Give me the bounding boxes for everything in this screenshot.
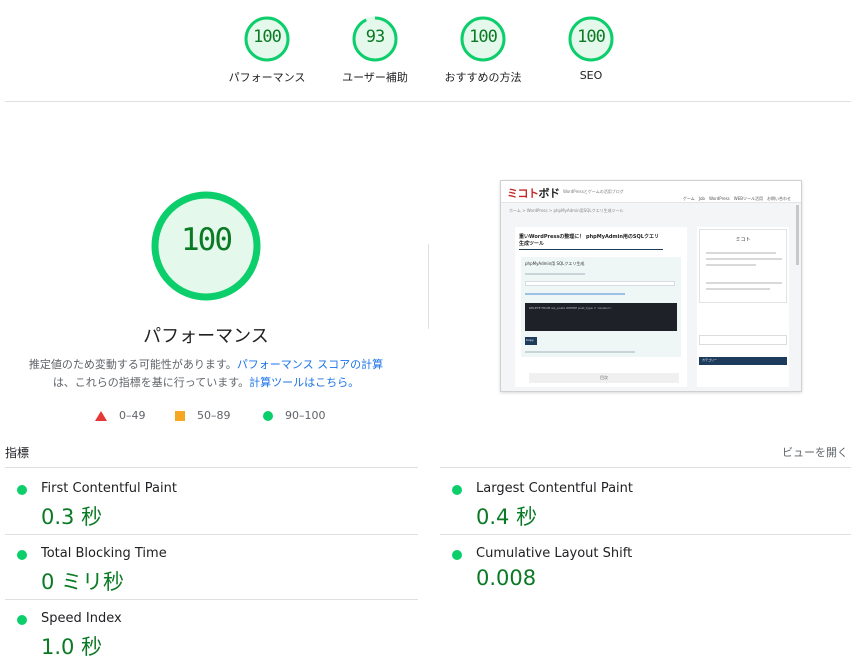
thumb-scrollbar — [796, 205, 799, 265]
thumb-text-line — [525, 293, 625, 295]
thumb-button-label: Copy — [526, 338, 534, 342]
thumb-profile: ミコト — [699, 229, 787, 303]
metric-speed-index[interactable]: Speed Index 1.0 秒 — [5, 601, 415, 665]
metrics-heading: 指標 — [5, 446, 30, 460]
metric-value: 0 ミリ秒 — [41, 570, 125, 594]
metric-name: Total Blocking Time — [41, 546, 167, 561]
pass-circle-icon — [452, 550, 462, 560]
legend-range: 90–100 — [285, 409, 326, 422]
metric-value: 0.4 秒 — [476, 505, 538, 529]
pass-circle-icon — [452, 485, 462, 495]
metric-value: 1.0 秒 — [41, 635, 103, 659]
score-calc-link[interactable]: パフォーマンス スコアの計算 — [237, 358, 383, 371]
metric-cls[interactable]: Cumulative Layout Shift 0.008 — [440, 536, 850, 600]
thumb-text-line — [706, 258, 782, 260]
thumb-text-line — [525, 351, 635, 353]
thumb-sidebar: ミコト カテゴリー — [697, 227, 789, 387]
metric-name: Largest Contentful Paint — [476, 481, 634, 496]
legend-fail: 0–49 — [95, 409, 146, 422]
metric-tbt[interactable]: Total Blocking Time 0 ミリ秒 — [5, 536, 415, 600]
score-description: 推定値のため変動する可能性があります。パフォーマンス スコアの計算は、これらの指… — [25, 356, 387, 392]
thumb-nav: ゲーム Job WordPress WEBツール活用 お問い合わせ — [682, 196, 791, 201]
thumb-text-line — [525, 273, 585, 275]
thumb-code-block: DELETE FROM wp_posts WHERE post_type = '… — [525, 303, 677, 331]
legend-range: 0–49 — [119, 409, 146, 422]
metric-value: 0.3 秒 — [41, 505, 103, 529]
thumb-logo: ミコトボド — [507, 185, 560, 201]
gauge-score: 100 — [577, 27, 606, 47]
divider — [5, 467, 418, 468]
square-icon — [175, 410, 185, 421]
final-screenshot[interactable]: ミコトボド WordPressとゲームの活用ブログ ゲーム Job WordPr… — [500, 180, 802, 392]
score-legend: 0–49 50–89 90–100 — [95, 409, 335, 427]
calculator-link[interactable]: 計算ツールはこちら。 — [249, 376, 359, 389]
pass-circle-icon — [17, 550, 27, 560]
desc-text: 推定値のため変動する可能性があります。 — [28, 358, 237, 371]
thumb-category-label: カテゴリー — [702, 358, 718, 362]
thumb-text-line — [706, 282, 782, 284]
thumb-text-line — [706, 264, 756, 266]
thumb-tool-box: phpMyAdmin用 SQLクエリ生成 DELETE FROM wp_post… — [521, 257, 681, 357]
metric-name: First Contentful Paint — [41, 481, 177, 496]
divider — [440, 534, 851, 535]
gauge-seo[interactable]: 100 SEO — [526, 15, 656, 82]
thumb-text-line — [706, 252, 776, 254]
legend-pass: 90–100 — [263, 409, 326, 422]
thumb-site-header: ミコトボド WordPressとゲームの活用ブログ ゲーム Job WordPr… — [501, 181, 801, 203]
vertical-divider — [428, 244, 429, 329]
performance-score: 100 — [181, 222, 233, 258]
triangle-icon — [95, 410, 107, 421]
pass-circle-icon — [17, 485, 27, 495]
thumb-title: 重いWordPressの整理に！ phpMyAdmin用のSQLクエリ生成ツール — [519, 233, 663, 250]
metric-lcp[interactable]: Largest Contentful Paint 0.4 秒 — [440, 471, 850, 535]
thumb-search — [699, 335, 787, 345]
desc-text: は、これらの指標を基に行っています。 — [52, 376, 250, 389]
thumb-box-heading: phpMyAdmin用 SQLクエリ生成 — [525, 261, 585, 266]
thumb-profile-name: ミコト — [735, 237, 751, 243]
performance-title: パフォーマンス — [143, 326, 269, 347]
metric-fcp[interactable]: First Contentful Paint 0.3 秒 — [5, 471, 415, 535]
gauge-label: SEO — [579, 69, 603, 82]
thumb-text-line — [706, 288, 770, 290]
circle-icon — [263, 410, 273, 421]
legend-range: 50–89 — [197, 409, 231, 422]
thumb-article: 重いWordPressの整理に！ phpMyAdmin用のSQLクエリ生成ツール… — [515, 227, 687, 387]
category-gauges: 100 パフォーマンス 93 ユーザー補助 100 おすすめの方法 100 SE… — [0, 0, 856, 101]
legend-average: 50–89 — [175, 409, 231, 422]
divider — [5, 599, 418, 600]
pass-circle-icon — [17, 615, 27, 625]
divider — [5, 101, 851, 102]
thumb-breadcrumb: ホーム > WordPress > phpMyAdmin用SQLクエリ生成ツール — [509, 208, 624, 213]
metric-name: Cumulative Layout Shift — [476, 546, 633, 561]
thumb-code-text: DELETE FROM wp_posts WHERE post_type = '… — [529, 306, 612, 310]
expand-view-toggle[interactable]: ビューを開く — [782, 444, 848, 460]
thumb-tagline: WordPressとゲームの活用ブログ — [563, 189, 624, 194]
metric-name: Speed Index — [41, 611, 122, 626]
thumb-copy-button: Copy — [525, 337, 537, 345]
thumb-category: カテゴリー — [699, 357, 787, 365]
metric-value: 0.008 — [476, 566, 537, 590]
divider — [440, 467, 851, 468]
thumb-select — [525, 281, 675, 286]
thumb-logo-dark: ボド — [538, 187, 561, 200]
divider — [5, 534, 418, 535]
thumb-logo-red: ミコト — [507, 187, 539, 200]
thumb-toc: 目次 — [529, 373, 679, 383]
